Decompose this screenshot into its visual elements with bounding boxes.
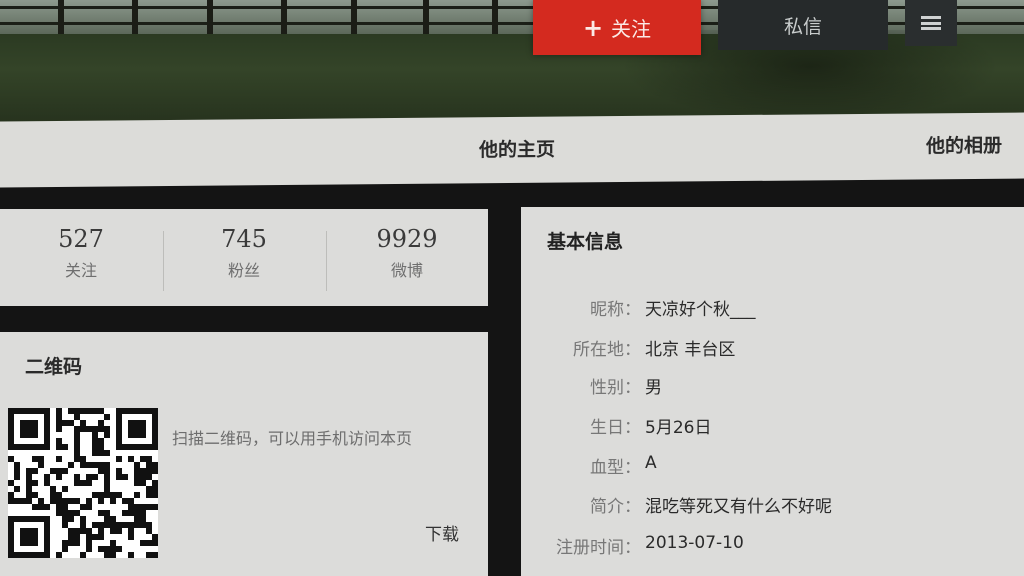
basic-info-card: 基本信息 昵称： 天凉好个秋___ 所在地： 北京 丰台区 性别： 男 生日： … — [521, 207, 1024, 576]
info-key: 昵称： — [590, 300, 641, 320]
download-qr-link[interactable]: 下载 — [425, 520, 459, 545]
message-button[interactable]: 私信 — [718, 0, 888, 50]
info-value: A — [645, 453, 657, 473]
qr-title: 二维码 — [25, 356, 83, 378]
stat-label: 微博 — [390, 261, 423, 280]
tab-home[interactable]: 他的主页 — [479, 135, 555, 163]
basic-info-title: 基本信息 — [547, 231, 624, 253]
info-key: 所在地： — [573, 340, 641, 360]
info-key: 血型： — [590, 458, 641, 478]
info-row-nickname: 昵称： 天凉好个秋___ — [521, 295, 756, 320]
stat-label: 粉丝 — [227, 261, 260, 280]
info-key: 生日： — [590, 418, 641, 438]
info-value: 天凉好个秋___ — [645, 300, 756, 320]
info-value: 男 — [645, 378, 662, 398]
stat-value: 527 — [58, 225, 104, 253]
info-key: 注册时间： — [556, 538, 641, 558]
info-value: 5月26日 — [645, 418, 712, 438]
stat-followers[interactable]: 745 粉丝 — [163, 225, 325, 281]
follow-button-label: 关注 — [611, 17, 652, 41]
hamburger-menu-icon — [921, 16, 941, 30]
qr-code-image — [8, 408, 158, 558]
stat-label: 关注 — [64, 261, 97, 280]
info-row-register-date: 注册时间： 2013-07-10 — [521, 533, 744, 558]
info-value: 2013-07-10 — [645, 533, 744, 553]
stat-weibo[interactable]: 9929 微博 — [326, 225, 488, 281]
info-row-gender: 性别： 男 — [521, 373, 662, 398]
info-row-blood-type: 血型： A — [521, 453, 657, 478]
info-value: 北京 丰台区 — [645, 340, 736, 360]
stat-value: 9929 — [376, 225, 438, 253]
info-row-location: 所在地： 北京 丰台区 — [521, 335, 735, 360]
info-row-birthday: 生日： 5月26日 — [521, 413, 711, 438]
info-value: 混吃等死又有什么不好呢 — [645, 497, 832, 517]
plus-icon: + — [582, 13, 604, 42]
qr-code-card: 二维码 扫描二维码，可以用手机访问本页 下载 — [0, 332, 488, 576]
info-key: 性别： — [590, 378, 641, 398]
info-row-bio: 简介： 混吃等死又有什么不好呢 — [521, 492, 832, 517]
message-button-label: 私信 — [783, 15, 822, 38]
info-key: 简介： — [590, 497, 641, 517]
qr-description: 扫描二维码，可以用手机访问本页 — [172, 429, 413, 448]
stat-value: 745 — [221, 225, 267, 253]
follow-button[interactable]: + 关注 — [533, 0, 701, 55]
menu-button[interactable] — [905, 0, 957, 46]
stat-following[interactable]: 527 关注 — [0, 225, 162, 281]
tab-album[interactable]: 他的相册 — [926, 131, 1002, 159]
stats-card: 527 关注 745 粉丝 9929 微博 — [0, 209, 488, 306]
profile-tab-bar: 他的主页 他的相册 — [0, 112, 1024, 188]
